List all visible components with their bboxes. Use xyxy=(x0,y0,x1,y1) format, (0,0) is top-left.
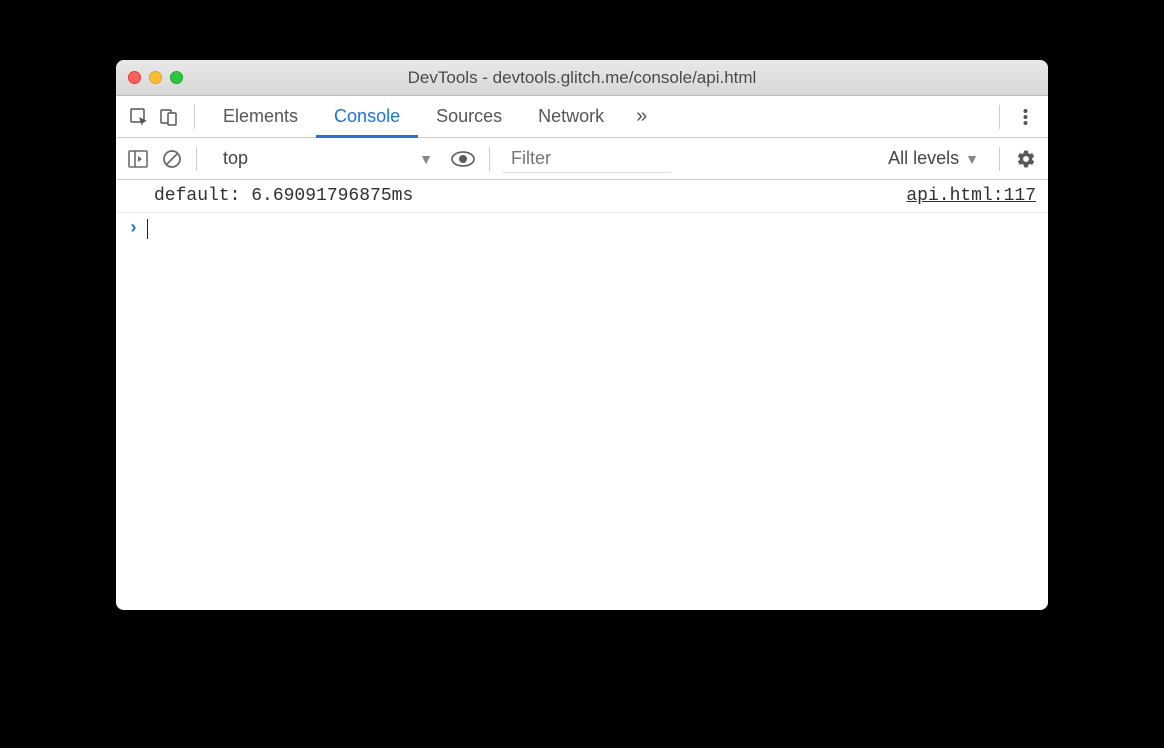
inspect-element-icon[interactable] xyxy=(124,102,154,132)
execution-context-select[interactable]: top ▼ xyxy=(213,144,443,174)
more-tabs-icon[interactable]: » xyxy=(622,105,661,128)
titlebar[interactable]: DevTools - devtools.glitch.me/console/ap… xyxy=(116,60,1048,96)
separator xyxy=(194,105,195,129)
devtools-window: DevTools - devtools.glitch.me/console/ap… xyxy=(116,60,1048,610)
levels-label: All levels xyxy=(888,148,959,169)
tab-console[interactable]: Console xyxy=(316,96,418,138)
separator xyxy=(196,147,197,171)
console-body: default: 6.69091796875ms api.html:117 › xyxy=(116,180,1048,610)
console-settings-icon[interactable] xyxy=(1012,145,1040,173)
tab-sources[interactable]: Sources xyxy=(418,96,520,138)
console-sidebar-toggle-icon[interactable] xyxy=(124,145,152,173)
tab-network[interactable]: Network xyxy=(520,96,622,138)
live-expression-icon[interactable] xyxy=(449,145,477,173)
console-prompt[interactable]: › xyxy=(116,213,1048,245)
context-label: top xyxy=(223,148,248,169)
log-message: default: 6.69091796875ms xyxy=(154,186,413,206)
maximize-button[interactable] xyxy=(170,71,183,84)
clear-console-icon[interactable] xyxy=(158,145,186,173)
log-levels-select[interactable]: All levels ▼ xyxy=(880,148,987,169)
chevron-down-icon: ▼ xyxy=(965,151,979,167)
separator xyxy=(999,105,1000,129)
minimize-button[interactable] xyxy=(149,71,162,84)
tab-elements[interactable]: Elements xyxy=(205,96,316,138)
console-filterbar: top ▼ All levels ▼ xyxy=(116,138,1048,180)
chevron-down-icon: ▼ xyxy=(419,151,433,167)
separator xyxy=(999,147,1000,171)
filter-input[interactable] xyxy=(502,144,672,173)
settings-menu-icon[interactable] xyxy=(1010,107,1040,127)
traffic-lights xyxy=(128,71,183,84)
prompt-caret-icon: › xyxy=(128,219,139,239)
panel-tabs: Elements Console Sources Network xyxy=(205,96,622,138)
main-toolbar: Elements Console Sources Network » xyxy=(116,96,1048,138)
log-source-link[interactable]: api.html:117 xyxy=(906,186,1036,206)
separator xyxy=(489,147,490,171)
console-log-entry: default: 6.69091796875ms api.html:117 xyxy=(116,180,1048,213)
close-button[interactable] xyxy=(128,71,141,84)
window-title: DevTools - devtools.glitch.me/console/ap… xyxy=(128,68,1036,88)
text-cursor xyxy=(147,219,149,239)
device-toggle-icon[interactable] xyxy=(154,102,184,132)
